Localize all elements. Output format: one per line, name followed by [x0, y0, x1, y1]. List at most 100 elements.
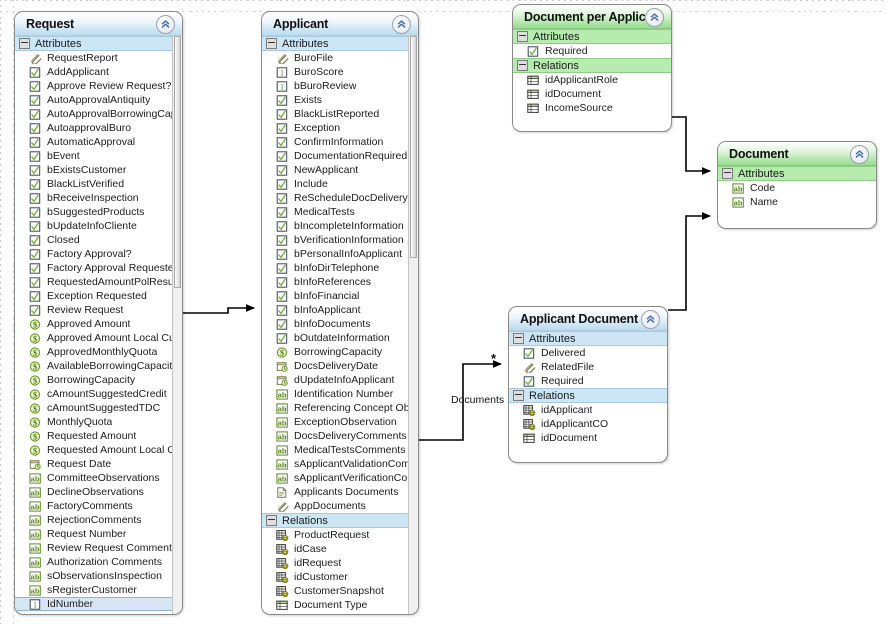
attribute-row[interactable]: ab sObservationsInspection [15, 569, 182, 583]
attribute-row[interactable]: $ Requested Amount [15, 429, 182, 443]
scrollbar-thumb[interactable] [410, 36, 417, 258]
attribute-row[interactable]: idRequest [262, 556, 418, 570]
entity-document-per-applicant[interactable]: Document per Applicant Attributes Required… [512, 4, 672, 132]
attribute-row[interactable]: idCase [262, 542, 418, 556]
attribute-row[interactable]: BlackListReported [262, 107, 418, 121]
entity-header-document[interactable]: Document [718, 142, 876, 166]
attribute-row[interactable]: bInfoDirTelephone [262, 261, 418, 275]
collapse-minus-icon[interactable] [266, 515, 277, 526]
vertical-scrollbar[interactable] [172, 36, 182, 614]
attribute-row[interactable]: AutoApprovalAntiquity [15, 93, 182, 107]
attribute-row[interactable]: 1 BuroScore [262, 65, 418, 79]
attribute-row[interactable]: Exception [262, 121, 418, 135]
attribute-row[interactable]: ab Referencing Concept Observat [262, 401, 418, 415]
attribute-row[interactable]: Closed [15, 233, 182, 247]
collapse-minus-icon[interactable] [19, 38, 30, 49]
attribute-row[interactable]: $ ApprovedMonthlyQuota [15, 345, 182, 359]
entity-header-request[interactable]: Request [15, 12, 182, 36]
attribute-row[interactable]: ab Identification Number [262, 387, 418, 401]
attribute-row[interactable]: ab DeclineObservations [15, 485, 182, 499]
attribute-row[interactable]: Required [509, 374, 667, 388]
attribute-row[interactable]: $ MonthlyQuota [15, 415, 182, 429]
attribute-row[interactable]: idApplicant [509, 403, 667, 417]
attribute-row[interactable]: Delivered [509, 346, 667, 360]
section-header-attributes[interactable]: Attributes [513, 29, 671, 44]
attribute-row[interactable]: ab Review Request Comments [15, 541, 182, 555]
attribute-row[interactable]: bInfoApplicant [262, 303, 418, 317]
attribute-row[interactable]: bPersonalInfoApplicant [262, 247, 418, 261]
collapse-minus-icon[interactable] [517, 31, 528, 42]
collapse-minus-icon[interactable] [513, 333, 524, 344]
section-header-relations[interactable]: Relations [262, 513, 418, 528]
entity-header-document-per-applicant[interactable]: Document per Applicant [513, 5, 671, 29]
attribute-row[interactable]: ab FactoryComments [15, 499, 182, 513]
attribute-row[interactable]: BlackListVerified [15, 177, 182, 191]
attribute-row[interactable]: ab Request Number [15, 527, 182, 541]
attribute-row[interactable]: Review Request [15, 303, 182, 317]
entity-document[interactable]: Document Attributes ab Code ab Name [717, 141, 877, 229]
attribute-row[interactable]: Factory Approval? [15, 247, 182, 261]
attribute-row[interactable]: bInfoFinancial [262, 289, 418, 303]
attribute-row[interactable]: idCustomer [262, 570, 418, 584]
attribute-row[interactable]: Approve Review Request? [15, 79, 182, 93]
attribute-row[interactable]: Exception Requested [15, 289, 182, 303]
chevron-double-up-icon[interactable] [641, 310, 660, 329]
attribute-row[interactable]: Required [513, 44, 671, 58]
attribute-row[interactable]: ab sRegisterCustomer [15, 583, 182, 597]
attribute-row[interactable]: idDocument [509, 431, 667, 445]
attribute-row[interactable]: idDocument [513, 87, 671, 101]
attribute-row[interactable]: Include [262, 177, 418, 191]
attribute-row[interactable]: bReceiveInspection [15, 191, 182, 205]
entity-applicant-document[interactable]: Applicant Document Attributes Delivered Rel… [508, 306, 668, 463]
attribute-row[interactable]: RequestReport [15, 51, 182, 65]
attribute-row[interactable]: CustomerSnapshot [262, 584, 418, 598]
attribute-row[interactable]: DocsDeliveryDate [262, 359, 418, 373]
collapse-minus-icon[interactable] [513, 390, 524, 401]
attribute-row[interactable]: AppDocuments [262, 499, 418, 513]
attribute-row[interactable]: ab DocsDeliveryComments [262, 429, 418, 443]
collapse-minus-icon[interactable] [266, 38, 277, 49]
attribute-row[interactable]: bSuggestedProducts [15, 205, 182, 219]
attribute-row[interactable]: ab Code [718, 181, 876, 195]
section-header-relations[interactable]: Relations [513, 58, 671, 73]
attribute-row[interactable]: RequestedAmountPolResult [15, 275, 182, 289]
attribute-row[interactable]: ConfirmInformation [262, 135, 418, 149]
attribute-row[interactable]: Applicants Documents [262, 485, 418, 499]
attribute-row[interactable]: RelatedFile [509, 360, 667, 374]
attribute-row[interactable]: $ BorrowingCapacity [262, 345, 418, 359]
attribute-row[interactable]: $ Approved Amount [15, 317, 182, 331]
attribute-row[interactable]: Exists [262, 93, 418, 107]
attribute-row[interactable]: bVerificationInformation [262, 233, 418, 247]
section-header-relations[interactable]: Relations [509, 388, 667, 403]
chevron-double-up-icon[interactable] [850, 145, 869, 164]
attribute-row[interactable]: ab RejectionComments [15, 513, 182, 527]
attribute-row[interactable]: MedicalTests [262, 205, 418, 219]
scrollbar-thumb[interactable] [174, 36, 181, 288]
attribute-row[interactable]: BuroFile [262, 51, 418, 65]
attribute-row[interactable]: $ Approved Amount Local Curren [15, 331, 182, 345]
entity-header-applicant-document[interactable]: Applicant Document [509, 307, 667, 331]
attribute-row[interactable]: bInfoReferences [262, 275, 418, 289]
attribute-row[interactable]: ab CommitteeObservations [15, 471, 182, 485]
attribute-row[interactable]: dUpdateInfoApplicant [262, 373, 418, 387]
section-header-attributes[interactable]: Attributes [262, 36, 418, 51]
attribute-row[interactable]: Request Date [15, 457, 182, 471]
attribute-row[interactable]: idApplicantRole [513, 73, 671, 87]
attribute-row[interactable]: ab Authorization Comments [15, 555, 182, 569]
attribute-row[interactable]: AutoapprovalBuro [15, 121, 182, 135]
attribute-row[interactable]: AddApplicant [15, 65, 182, 79]
attribute-row[interactable]: 1 bBuroReview [262, 79, 418, 93]
chevron-double-up-icon[interactable] [392, 15, 411, 34]
attribute-row[interactable]: ab sApplicantValidationComment [262, 457, 418, 471]
attribute-row[interactable]: 1 IdNumber [15, 597, 182, 611]
collapse-minus-icon[interactable] [517, 60, 528, 71]
attribute-row[interactable]: idApplicantCO [509, 417, 667, 431]
attribute-row[interactable]: bInfoDocuments [262, 317, 418, 331]
chevron-double-up-icon[interactable] [156, 15, 175, 34]
attribute-row[interactable]: ab sApplicantVerificationComment [262, 471, 418, 485]
attribute-row[interactable]: bExistsCustomer [15, 163, 182, 177]
attribute-row[interactable]: bUpdateInfoCliente [15, 219, 182, 233]
attribute-row[interactable]: bOutdateInformation [262, 331, 418, 345]
attribute-row[interactable]: ab ExceptionObservation [262, 415, 418, 429]
attribute-row[interactable]: AutomaticApproval [15, 135, 182, 149]
